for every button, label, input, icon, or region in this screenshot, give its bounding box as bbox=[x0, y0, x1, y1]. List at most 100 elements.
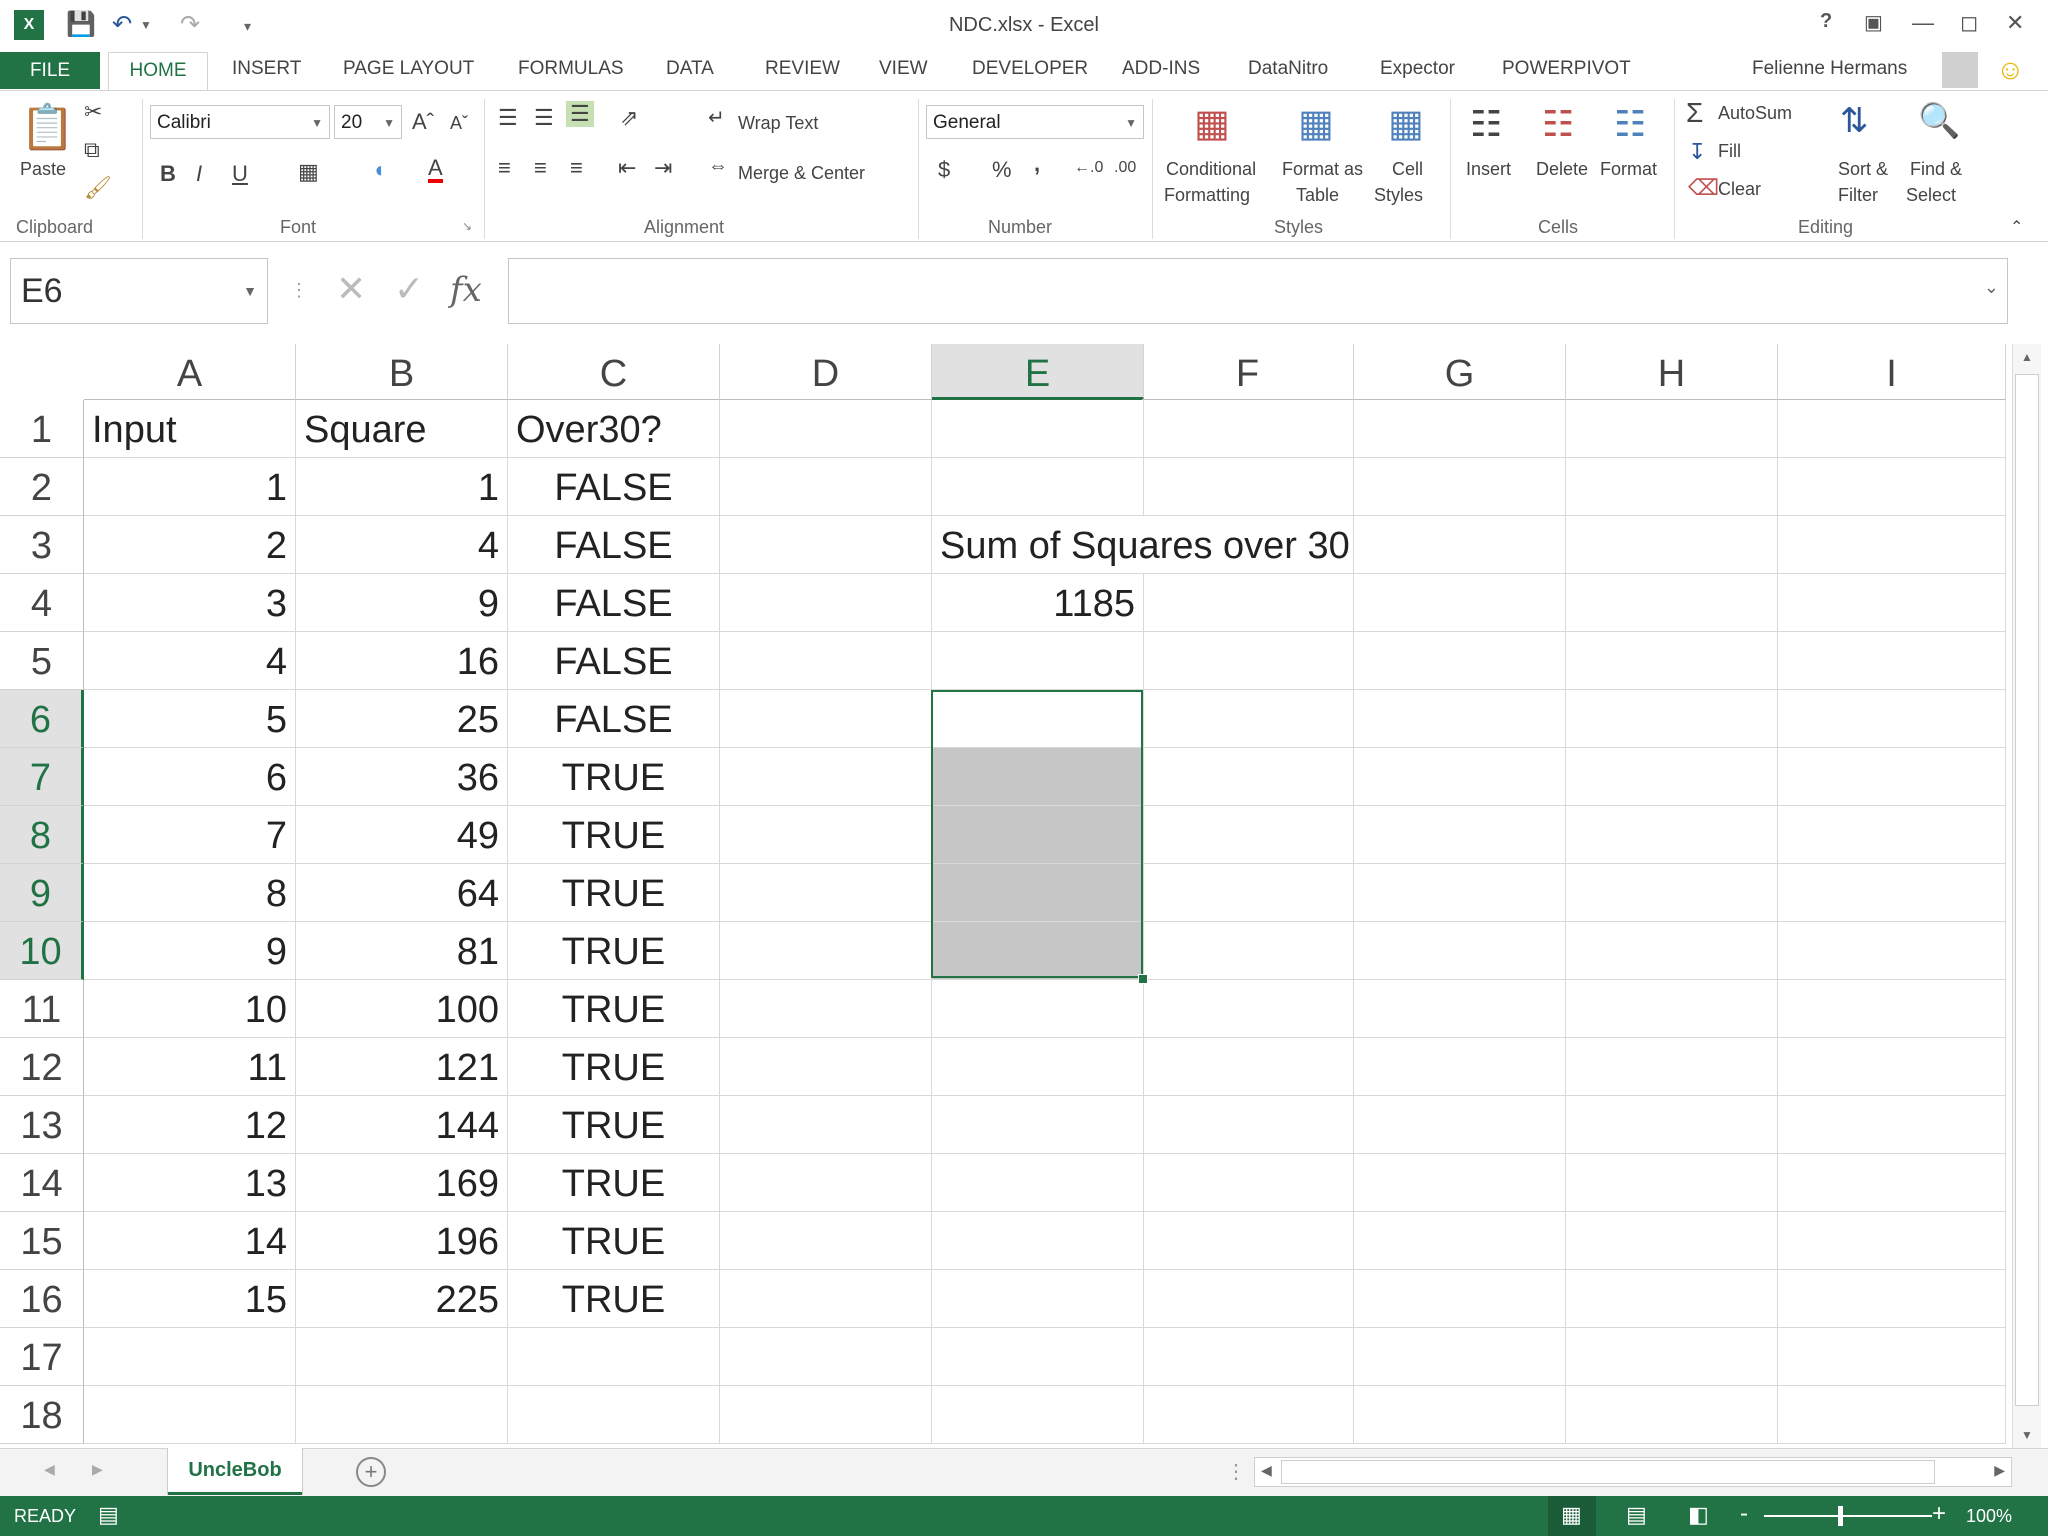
percent-button[interactable]: % bbox=[992, 157, 1012, 183]
cell-b15[interactable]: 196 bbox=[296, 1212, 508, 1270]
insert-function-button[interactable]: fx bbox=[450, 270, 482, 310]
zoom-slider[interactable] bbox=[1764, 1515, 1932, 1517]
increase-indent-icon[interactable]: ⇥ bbox=[654, 155, 672, 181]
align-top-icon[interactable]: ☰ bbox=[498, 105, 518, 131]
cell-g15[interactable] bbox=[1354, 1212, 1566, 1270]
cell-i15[interactable] bbox=[1778, 1212, 2006, 1270]
row-header-4[interactable]: 4 bbox=[0, 574, 84, 632]
cell-i3[interactable] bbox=[1778, 516, 2006, 574]
selection-range[interactable] bbox=[931, 690, 1143, 978]
cell-d16[interactable] bbox=[720, 1270, 932, 1328]
currency-button[interactable]: $ bbox=[938, 157, 950, 183]
format-painter-icon[interactable]: 🖌 bbox=[84, 175, 112, 201]
cell-b18[interactable] bbox=[296, 1386, 508, 1444]
bold-button[interactable]: B bbox=[160, 161, 176, 187]
cell-g2[interactable] bbox=[1354, 458, 1566, 516]
cell-h11[interactable] bbox=[1566, 980, 1778, 1038]
cell-f17[interactable] bbox=[1142, 1328, 1354, 1386]
tab-datanitro[interactable]: DataNitro bbox=[1248, 58, 1328, 80]
increase-decimal-icon[interactable]: ←.0 bbox=[1074, 159, 1103, 177]
cell-c18[interactable] bbox=[508, 1386, 720, 1444]
cell-c13[interactable]: TRUE bbox=[508, 1096, 720, 1154]
cell-c17[interactable] bbox=[508, 1328, 720, 1386]
cell-f18[interactable] bbox=[1142, 1386, 1354, 1444]
sheet-tab-unclebob[interactable]: UncleBob bbox=[168, 1448, 302, 1495]
cancel-icon[interactable]: ✕ bbox=[336, 268, 366, 310]
name-box[interactable]: E6 ▼ bbox=[10, 258, 268, 324]
align-right-icon[interactable]: ≡ bbox=[570, 155, 583, 181]
cell-h16[interactable] bbox=[1566, 1270, 1778, 1328]
cell-b14[interactable]: 169 bbox=[296, 1154, 508, 1212]
delete-button[interactable]: Delete bbox=[1536, 159, 1588, 180]
cell-g3[interactable] bbox=[1354, 516, 1566, 574]
cell-i2[interactable] bbox=[1778, 458, 2006, 516]
cell-e2[interactable] bbox=[932, 458, 1144, 516]
fill-button[interactable]: Fill bbox=[1718, 141, 1741, 162]
conditional-label-2[interactable]: Formatting bbox=[1164, 185, 1250, 206]
row-header-5[interactable]: 5 bbox=[0, 632, 84, 690]
user-name[interactable]: Felienne Hermans bbox=[1752, 58, 1907, 80]
format-as-table-icon[interactable]: ▦ bbox=[1298, 101, 1334, 146]
merge-center-icon[interactable]: ⇔ bbox=[708, 155, 728, 178]
scroll-sheets-left-icon[interactable]: ◀ bbox=[44, 1461, 55, 1478]
cell-g13[interactable] bbox=[1354, 1096, 1566, 1154]
decrease-font-icon[interactable]: Aˇ bbox=[450, 113, 468, 134]
cell-a8[interactable]: 7 bbox=[84, 806, 296, 864]
cell-e12[interactable] bbox=[932, 1038, 1144, 1096]
cell-d15[interactable] bbox=[720, 1212, 932, 1270]
cell-i9[interactable] bbox=[1778, 864, 2006, 922]
merge-center-button[interactable]: Merge & Center bbox=[738, 163, 865, 184]
vertical-scrollbar[interactable]: ▲ ▼ bbox=[2012, 344, 2041, 1448]
cell-h15[interactable] bbox=[1566, 1212, 1778, 1270]
close-button[interactable]: ✕ bbox=[2006, 10, 2024, 36]
cell-e1[interactable] bbox=[932, 400, 1144, 458]
fill-color-icon[interactable]: ◖ bbox=[372, 157, 385, 183]
cell-d13[interactable] bbox=[720, 1096, 932, 1154]
cell-i18[interactable] bbox=[1778, 1386, 2006, 1444]
column-header-i[interactable]: I bbox=[1778, 344, 2006, 400]
cell-b3[interactable]: 4 bbox=[296, 516, 508, 574]
paste-button[interactable]: Paste bbox=[20, 159, 66, 180]
tab-split-grip-icon[interactable]: ⋮ bbox=[1226, 1459, 1246, 1484]
cell-h18[interactable] bbox=[1566, 1386, 1778, 1444]
underline-button[interactable]: U bbox=[232, 161, 248, 187]
cell-a12[interactable]: 11 bbox=[84, 1038, 296, 1096]
cell-i12[interactable] bbox=[1778, 1038, 2006, 1096]
cell-g5[interactable] bbox=[1354, 632, 1566, 690]
cell-e5[interactable] bbox=[932, 632, 1144, 690]
collapse-ribbon-icon[interactable]: ⌃ bbox=[2010, 217, 2023, 237]
tab-insert[interactable]: INSERT bbox=[232, 58, 301, 80]
align-center-icon[interactable]: ≡ bbox=[534, 155, 547, 181]
cell-h7[interactable] bbox=[1566, 748, 1778, 806]
cell-a2[interactable]: 1 bbox=[84, 458, 296, 516]
cell-b2[interactable]: 1 bbox=[296, 458, 508, 516]
format-button[interactable]: Format bbox=[1600, 159, 1657, 180]
tab-view[interactable]: VIEW bbox=[879, 58, 928, 80]
find-label-2[interactable]: Select bbox=[1906, 185, 1956, 206]
row-header-10[interactable]: 10 bbox=[0, 922, 84, 980]
cell-c12[interactable]: TRUE bbox=[508, 1038, 720, 1096]
row-header-12[interactable]: 12 bbox=[0, 1038, 84, 1096]
cell-c16[interactable]: TRUE bbox=[508, 1270, 720, 1328]
cell-b8[interactable]: 49 bbox=[296, 806, 508, 864]
cell-a15[interactable]: 14 bbox=[84, 1212, 296, 1270]
cell-b10[interactable]: 81 bbox=[296, 922, 508, 980]
cell-b5[interactable]: 16 bbox=[296, 632, 508, 690]
cell-b16[interactable]: 225 bbox=[296, 1270, 508, 1328]
cell-b13[interactable]: 144 bbox=[296, 1096, 508, 1154]
cell-g7[interactable] bbox=[1354, 748, 1566, 806]
cell-c1[interactable]: Over30? bbox=[508, 400, 720, 458]
cell-h9[interactable] bbox=[1566, 864, 1778, 922]
tab-data[interactable]: DATA bbox=[666, 58, 714, 80]
cell-c9[interactable]: TRUE bbox=[508, 864, 720, 922]
increase-font-icon[interactable]: Aˆ bbox=[412, 109, 434, 135]
zoom-out-button[interactable]: - bbox=[1740, 1500, 1748, 1528]
row-header-2[interactable]: 2 bbox=[0, 458, 84, 516]
zoom-level[interactable]: 100% bbox=[1966, 1506, 2012, 1527]
cell-a14[interactable]: 13 bbox=[84, 1154, 296, 1212]
cell-a7[interactable]: 6 bbox=[84, 748, 296, 806]
cell-f1[interactable] bbox=[1142, 400, 1354, 458]
cell-a3[interactable]: 2 bbox=[84, 516, 296, 574]
cell-f7[interactable] bbox=[1142, 748, 1354, 806]
tab-review[interactable]: REVIEW bbox=[765, 58, 840, 80]
